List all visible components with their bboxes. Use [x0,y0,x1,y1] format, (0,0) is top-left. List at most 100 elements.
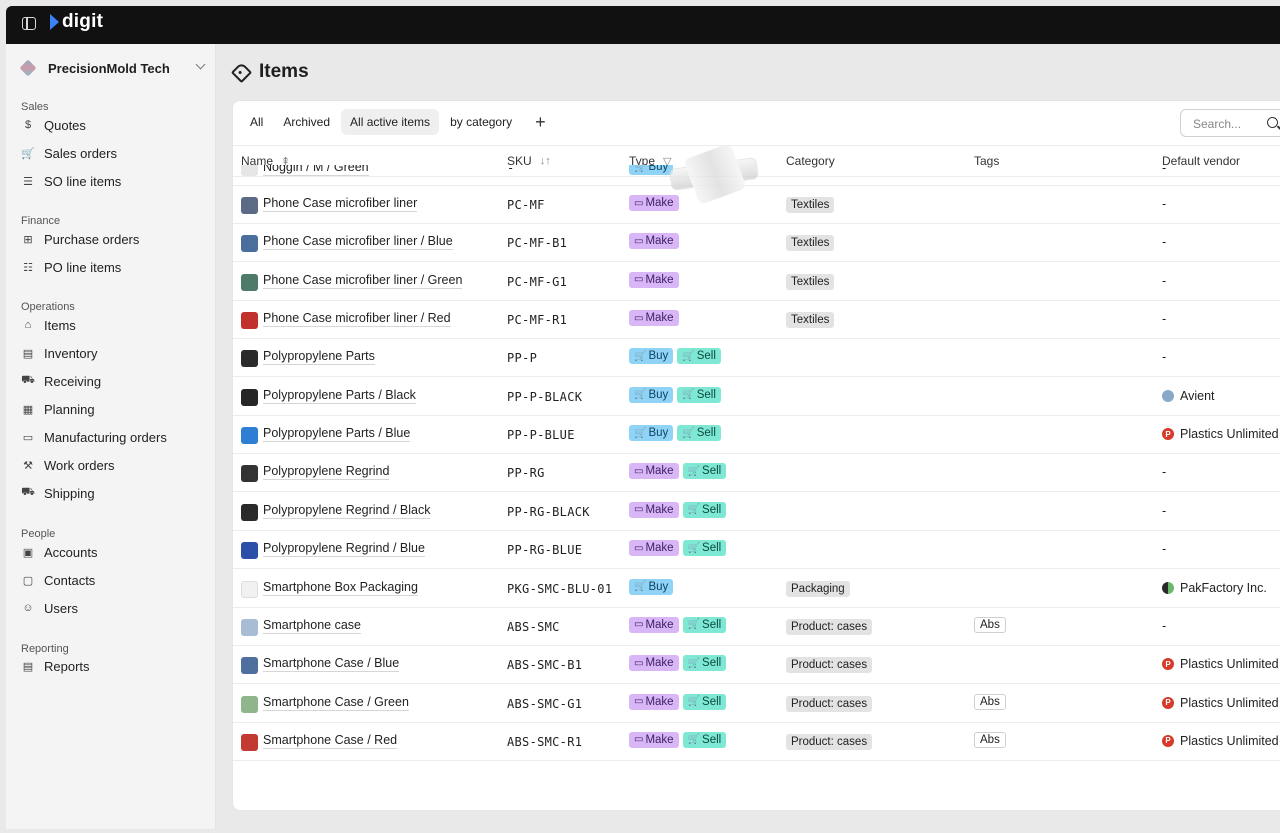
item-sku: PC-MF [507,198,545,212]
item-name[interactable]: Polypropylene Parts [263,349,375,366]
type-label: Sell [702,542,722,555]
type-badge-sell: 🛒 Sell [682,540,727,557]
item-name[interactable]: Noggin / M / Green [263,165,369,176]
table-row[interactable]: Smartphone Case / Blue ABS-SMC-B1 ▭ Make 🛒 Se… [233,646,1280,685]
type-label: Buy [648,427,669,440]
item-name[interactable]: Phone Case microfiber liner / Green [263,273,463,289]
table-row[interactable]: Phone Case microfiber liner / Red PC-MF-R… [233,301,1280,340]
item-name[interactable]: Smartphone Case / Red [263,733,398,749]
sidebar-item-label: PO line items [44,259,122,275]
org-switcher[interactable]: PrecisionMold Tech [18,58,208,78]
item-name[interactable]: Polypropylene Regrind / Blue [263,541,425,558]
item-vendor[interactable]: P Plastics Unlimited [1162,696,1279,710]
sidebar-item-planning[interactable]: ▦ Planning [21,399,95,419]
item-name[interactable]: Polypropylene Parts / Blue [263,426,411,443]
table-row[interactable]: Polypropylene Parts / Blue PP-P-BLUE 🛒 Buy 🛒… [233,416,1280,455]
tab-archived[interactable]: Archived [274,109,339,135]
item-vendor[interactable]: P Plastics Unlimited [1162,657,1279,671]
sidebar-item-inventory[interactable]: ▤ Inventory [21,343,98,363]
sidebar-item-sales-orders[interactable]: 🛒 Sales orders [21,143,117,163]
sidebar-item-purchase-orders[interactable]: ⊞ Purchase orders [21,229,139,249]
users-icon: ☺ [22,602,34,614]
item-sku: PP-P-BLUE [507,428,575,443]
cart-icon: 🛒 [634,581,647,592]
table-row[interactable]: Phone Case microfiber liner / Green PC-MF… [233,263,1280,301]
tab-all-active-items[interactable]: All active items [341,109,440,135]
cart-icon: 🛒 [634,350,647,362]
vendor-name: - [1162,312,1167,327]
sidebar-item-label: Work orders [44,457,115,473]
type-badge-buy: 🛒 Buy [629,165,674,175]
item-sku: ABS-SMC-G1 [507,696,583,711]
vendor-logo-icon: P [1162,734,1174,747]
item-vendor[interactable]: Avient [1162,389,1215,403]
sidebar-item-label: Accounts [44,544,98,560]
item-vendor: - [1162,312,1166,326]
table-row[interactable]: Smartphone Case / Green ABS-SMC-G1 ▭ Make 🛒 S… [233,685,1280,723]
item-name[interactable]: Polypropylene Regrind [263,464,390,481]
item-name[interactable]: Smartphone Case / Green [263,695,409,711]
table-row[interactable]: Polypropylene Regrind / Blue PP-RG-BLUE ▭ M… [233,531,1280,570]
table-row[interactable]: Polypropylene Parts / Black PP-P-BLACK 🛒 Bu… [233,378,1280,416]
item-types: 🛒 Buy 🛒 Sell [629,386,725,403]
sidebar-item-manufacturing-orders[interactable]: ▭ Manufacturing orders [21,427,167,447]
item-name[interactable]: Smartphone Box Packaging [263,580,418,596]
item-name[interactable]: Polypropylene Regrind / Black [263,503,431,519]
sidebar-item-quotes[interactable]: $ Quotes [21,115,86,135]
item-name[interactable]: Smartphone Case / Blue [263,656,400,673]
factory-icon: ▭ [634,274,644,286]
sidebar-item-contacts[interactable]: ▢ Contacts [21,570,96,590]
vendor-name: PakFactory Inc. [1180,580,1267,595]
type-badge-make: ▭ Make [629,731,679,748]
sidebar-item-label: Purchase orders [44,231,140,247]
type-label: Sell [702,733,722,746]
category-badge: Product: cases [786,695,873,712]
type-badge-make: ▭ Make [629,463,679,480]
item-vendor: - [1162,504,1166,518]
sidebar-item-work-orders[interactable]: ⚒ Work orders [21,455,115,475]
item-vendor[interactable]: P Plastics Unlimited [1162,734,1279,748]
table-row[interactable]: Smartphone case ABS-SMC ▭ Make 🛒 Sell Product:… [233,608,1280,646]
search-input[interactable]: Search... [1180,109,1280,137]
cart-icon: 🛒 [634,427,647,439]
table-row[interactable]: Smartphone Box Packaging PKG-SMC-BLU-01 🛒 B… [233,570,1280,608]
type-label: Sell [702,695,722,708]
tab-all[interactable]: All [241,109,272,135]
sidebar-item-users[interactable]: ☺ Users [21,598,78,618]
sidebar-item-receiving[interactable]: ⛟ Receiving [21,371,101,391]
item-name[interactable]: Polypropylene Parts / Black [263,388,416,404]
item-name[interactable]: Smartphone case [263,618,361,634]
sidebar-item-label: Manufacturing orders [44,429,167,445]
item-thumbnail [241,618,258,636]
item-vendor[interactable]: PakFactory Inc. [1162,581,1267,595]
vendor-name: Avient [1180,388,1215,403]
category-badge: Product: cases [786,657,873,674]
sidebar-item-items[interactable]: ⌂ Items [21,315,76,335]
item-types: 🛒 Buy [629,578,677,595]
tab-by-category[interactable]: by category [441,109,521,135]
tag-chip: Abs [974,693,1006,710]
table-row[interactable]: Smartphone Case / Red ABS-SMC-R1 ▭ Make 🛒 Sel… [233,723,1280,761]
table-row[interactable]: Polypropylene Regrind / Black PP-RG-BLACK… [233,493,1280,531]
item-name[interactable]: Phone Case microfiber liner / Red [263,311,451,328]
sidebar-item-shipping[interactable]: ⛟ Shipping [21,483,95,503]
items-panel: All Archived All active items by categor… [232,100,1280,811]
category-badge: Product: cases [786,618,873,635]
sidebar-item-accounts[interactable]: ▣ Accounts [21,542,98,562]
table-row[interactable]: Polypropylene Parts PP-P 🛒 Buy 🛒 Sell - [233,339,1280,378]
item-name[interactable]: Phone Case microfiber liner [263,196,418,212]
table-row[interactable]: Phone Case microfiber liner / Blue PC-MF-… [233,224,1280,263]
sidebar-item-po-line-items[interactable]: ☷ PO line items [21,257,121,277]
add-view-button[interactable]: + [535,113,546,131]
item-sku: ABS-SMC-R1 [507,734,583,749]
sidebar-toggle-icon[interactable] [22,17,36,30]
type-badge-sell: 🛒 Sell [682,655,727,672]
sidebar-item-reports[interactable]: ▤ Reports [21,656,90,676]
vendor-name: - [1162,618,1167,633]
item-vendor[interactable]: P Plastics Unlimited [1162,427,1279,441]
sidebar-item-so-line-items[interactable]: ☰ SO line items [21,171,121,191]
item-vendor: - [1162,165,1167,175]
item-name[interactable]: Phone Case microfiber liner / Blue [263,234,453,251]
table-row[interactable]: Polypropylene Regrind PP-RG ▭ Make 🛒 Sell - [233,454,1280,493]
factory-icon: ▭ [634,696,644,708]
